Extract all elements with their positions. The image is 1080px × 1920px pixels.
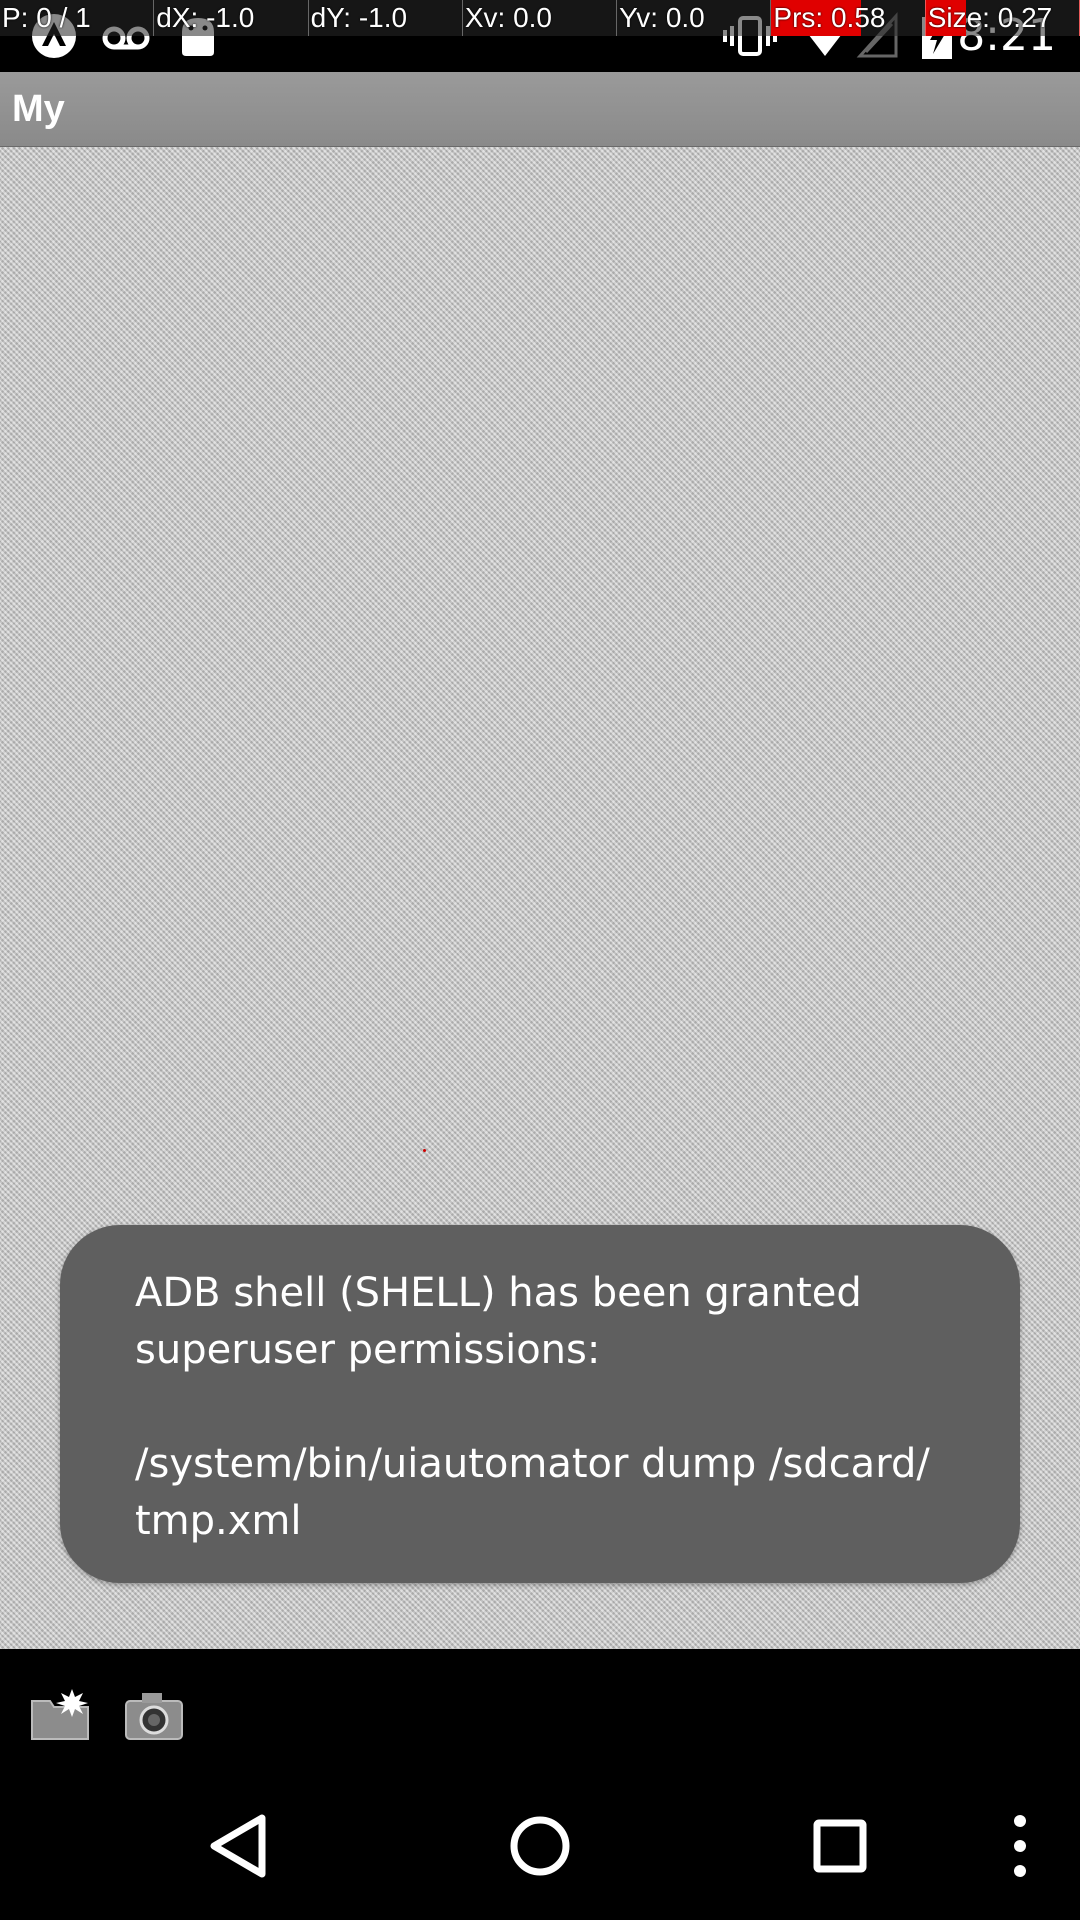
back-icon[interactable]	[190, 1796, 290, 1896]
touch-point-marker	[423, 1149, 426, 1152]
superuser-toast: ADB shell (SHELL) has been granted super…	[60, 1225, 1020, 1583]
overlay-pressure: Prs: 0.58	[771, 0, 926, 36]
action-bar: My	[0, 72, 1080, 147]
toast-line-1: ADB shell (SHELL) has been granted	[135, 1270, 862, 1316]
overlay-dy: dY: -1.0	[308, 0, 463, 36]
overlay-dx: dX: -1.0	[154, 0, 309, 36]
screen: 8:21 P: 0 / 1 dX: -1.0 dY: -1.0 Xv: 0.0 …	[0, 0, 1080, 1920]
overlay-pointer-count: P: 0 / 1	[0, 0, 155, 36]
toast-line-4: tmp.xml	[135, 1498, 302, 1544]
bottom-toolbar	[0, 1649, 1080, 1774]
pointer-location-overlay: P: 0 / 1 dX: -1.0 dY: -1.0 Xv: 0.0 Yv: 0…	[0, 0, 1080, 36]
navigation-bar	[0, 1774, 1080, 1920]
new-folder-icon[interactable]	[28, 1687, 92, 1743]
home-icon[interactable]	[490, 1796, 590, 1896]
overlay-yv: Yv: 0.0	[617, 0, 772, 36]
toast-line-3: /system/bin/uiautomator dump /sdcard/	[135, 1441, 930, 1487]
toast-line-2: superuser permissions:	[135, 1327, 601, 1373]
overlay-xv: Xv: 0.0	[462, 0, 618, 36]
recents-icon[interactable]	[790, 1796, 890, 1896]
overlay-size: Size: 0.27	[925, 0, 1080, 36]
overflow-menu-icon[interactable]	[970, 1796, 1070, 1896]
camera-icon[interactable]	[122, 1687, 186, 1743]
app-title: My	[12, 88, 65, 130]
